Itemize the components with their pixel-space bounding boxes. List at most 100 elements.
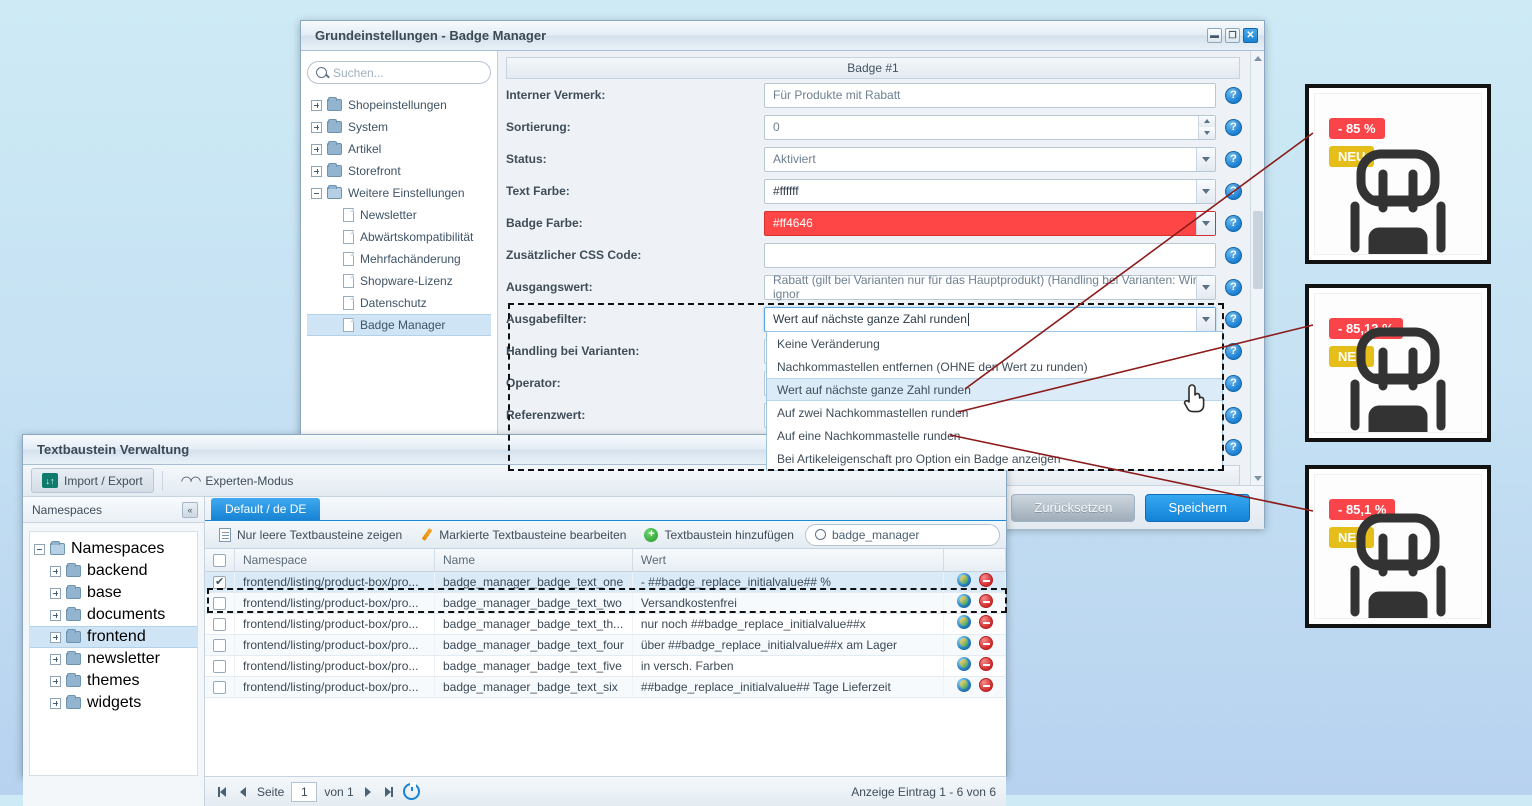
namespace-tree-item-themes[interactable]: themes [30, 670, 197, 692]
spinner-down-button[interactable] [1199, 127, 1215, 139]
settings-tree-item-datenschutz[interactable]: Datenschutz [307, 292, 491, 314]
help-icon[interactable]: ? [1225, 150, 1242, 168]
row-checkbox[interactable] [213, 596, 226, 610]
spinner-sortierung[interactable] [1198, 115, 1215, 139]
expand-toggle-icon[interactable] [311, 99, 322, 111]
edit-marked-snippets-button[interactable]: Markierte Textbausteine bearbeiten [412, 524, 634, 546]
add-snippet-button[interactable]: + Textbaustein hinzufügen [636, 524, 801, 546]
expert-mode-button[interactable]: ◠◠ Experten-Modus [171, 468, 304, 493]
help-icon[interactable]: ? [1225, 214, 1242, 232]
help-icon[interactable]: ? [1225, 86, 1242, 104]
settings-tree-item-weitere-einstellungen[interactable]: Weitere Einstellungen [307, 182, 491, 204]
expand-toggle-icon[interactable] [50, 697, 61, 709]
page-number-input[interactable]: 1 [291, 781, 318, 802]
dropdown-toggle-badge-farbe[interactable] [1196, 211, 1215, 235]
collapse-toggle-icon[interactable] [311, 187, 322, 199]
help-icon[interactable]: ? [1225, 278, 1242, 296]
namespace-tree-item-newsletter[interactable]: newsletter [30, 648, 197, 670]
import-export-button[interactable]: ↓↑ Import / Export [31, 468, 154, 493]
ausgabefilter-dropdown-list[interactable]: Keine Veränderung Nachkommastellen entfer… [766, 331, 1223, 471]
expand-toggle-icon[interactable] [50, 631, 61, 643]
translate-icon[interactable] [956, 615, 971, 629]
dropdown-option-3[interactable]: Auf zwei Nachkommastellen runden [767, 401, 1222, 424]
help-icon[interactable]: ? [1225, 342, 1242, 360]
dropdown-toggle-ausgabefilter[interactable] [1196, 307, 1215, 331]
table-row[interactable]: frontend/listing/product-box/pro...badge… [205, 592, 1006, 614]
settings-tree-item-mehrfach-nderung[interactable]: Mehrfachänderung [307, 248, 491, 270]
expand-toggle-icon[interactable] [50, 675, 61, 687]
form-vertical-scrollbar[interactable] [1250, 51, 1264, 485]
expand-toggle-icon[interactable] [311, 121, 322, 133]
reset-button[interactable]: Zurücksetzen [1011, 493, 1136, 522]
next-page-button[interactable] [361, 785, 375, 799]
delete-icon[interactable] [978, 615, 993, 629]
row-checkbox[interactable] [213, 575, 226, 589]
minimize-button[interactable]: ▬ [1207, 28, 1222, 43]
namespace-tree-item-backend[interactable]: backend [30, 560, 197, 582]
help-icon[interactable]: ? [1225, 374, 1242, 392]
save-button[interactable]: Speichern [1145, 493, 1250, 522]
settings-tree-item-shopeinstellungen[interactable]: Shopeinstellungen [307, 94, 491, 116]
settings-tree-item-system[interactable]: System [307, 116, 491, 138]
settings-tree-item-abw-rtskompatibilit-t[interactable]: Abwärtskompatibilität [307, 226, 491, 248]
field-input-interner-vermerk[interactable]: Für Produkte mit Rabatt [764, 82, 1216, 108]
scrollbar-thumb[interactable] [1253, 211, 1263, 289]
help-icon[interactable]: ? [1225, 246, 1242, 264]
settings-tree-item-newsletter[interactable]: Newsletter [307, 204, 491, 226]
help-icon[interactable]: ? [1225, 182, 1242, 200]
last-page-button[interactable] [382, 785, 396, 799]
field-input-zusätzlicher-css-code[interactable] [764, 242, 1216, 268]
delete-icon[interactable] [978, 594, 993, 608]
column-header-namespace[interactable]: Namespace [234, 549, 435, 572]
translate-icon[interactable] [956, 636, 971, 650]
settings-tree-item-artikel[interactable]: Artikel [307, 138, 491, 160]
table-row[interactable]: frontend/listing/product-box/pro...badge… [205, 655, 1006, 677]
row-checkbox[interactable] [213, 638, 226, 652]
expand-toggle-icon[interactable] [311, 165, 322, 177]
close-button[interactable]: ✕ [1243, 28, 1258, 43]
dropdown-option-0[interactable]: Keine Veränderung [767, 332, 1222, 355]
delete-icon[interactable] [978, 573, 993, 587]
settings-search-input[interactable]: Suchen... [307, 61, 491, 84]
table-row[interactable]: frontend/listing/product-box/pro...badge… [205, 676, 1006, 698]
expand-toggle-icon[interactable] [50, 565, 61, 577]
namespace-tree-item-frontend[interactable]: frontend [30, 626, 197, 648]
expand-toggle-icon[interactable] [50, 653, 61, 665]
settings-tree-item-storefront[interactable]: Storefront [307, 160, 491, 182]
delete-icon[interactable] [978, 636, 993, 650]
row-checkbox[interactable] [213, 659, 226, 673]
row-checkbox[interactable] [213, 617, 226, 631]
dropdown-option-4[interactable]: Auf eine Nachkommastelle runden [767, 424, 1222, 447]
row-checkbox[interactable] [213, 680, 226, 694]
table-row[interactable]: frontend/listing/product-box/pro...badge… [205, 613, 1006, 635]
column-header-name[interactable]: Name [434, 549, 633, 572]
field-input-status[interactable]: Aktiviert [764, 146, 1216, 172]
dropdown-toggle-text-farbe[interactable] [1196, 179, 1215, 203]
translate-icon[interactable] [956, 573, 971, 587]
table-row[interactable]: frontend/listing/product-box/pro...badge… [205, 634, 1006, 656]
maximize-button[interactable]: ❐ [1225, 28, 1240, 43]
field-input-text-farbe[interactable]: #ffffff [764, 178, 1216, 204]
dropdown-toggle-ausgangswert[interactable] [1196, 275, 1215, 299]
expand-toggle-icon[interactable] [50, 609, 61, 621]
expand-toggle-icon[interactable] [311, 143, 322, 155]
translate-icon[interactable] [956, 594, 971, 608]
dropdown-option-5[interactable]: Bei Artikeleigenschaft pro Option ein Ba… [767, 447, 1222, 470]
namespace-tree-item-namespaces[interactable]: Namespaces [30, 538, 197, 560]
field-input-badge-farbe[interactable]: #ff4646 [764, 210, 1216, 236]
dropdown-option-1[interactable]: Nachkommastellen entfernen (OHNE den Wer… [767, 355, 1222, 378]
first-page-button[interactable] [215, 785, 229, 799]
tab-default-de[interactable]: Default / de DE [211, 498, 321, 520]
scroll-down-button[interactable] [1251, 471, 1264, 485]
field-input-ausgangswert[interactable]: Rabatt (gilt bei Varianten nur für das H… [764, 273, 1216, 301]
namespace-tree-item-base[interactable]: base [30, 582, 197, 604]
delete-icon[interactable] [978, 678, 993, 692]
delete-icon[interactable] [978, 657, 993, 671]
show-empty-snippets-button[interactable]: Nur leere Textbausteine zeigen [211, 524, 410, 546]
settings-tree-item-shopware-lizenz[interactable]: Shopware-Lizenz [307, 270, 491, 292]
namespace-tree-item-widgets[interactable]: widgets [30, 692, 197, 714]
select-all-checkbox[interactable] [213, 553, 226, 567]
dropdown-option-2[interactable]: Wert auf nächste ganze Zahl runden [767, 378, 1222, 401]
grid-search-input[interactable]: badge_manager [805, 523, 1000, 546]
prev-page-button[interactable] [236, 785, 250, 799]
